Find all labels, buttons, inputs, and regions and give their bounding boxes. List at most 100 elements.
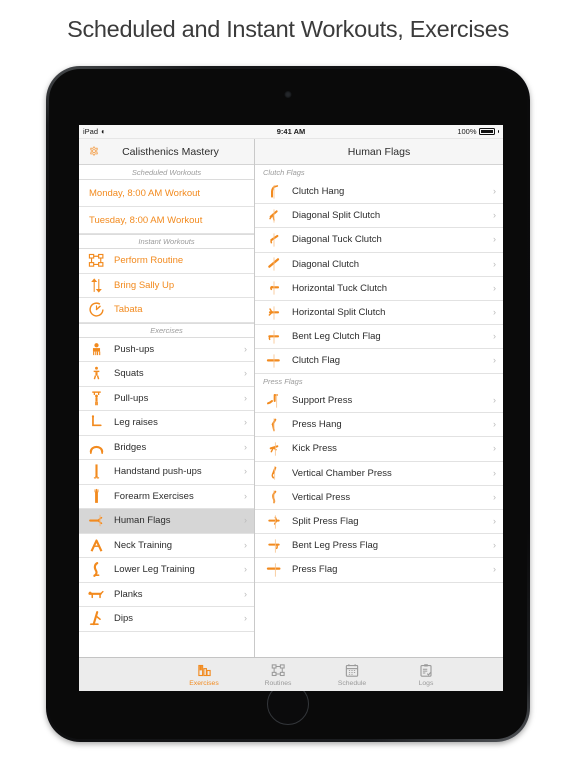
page-title: Scheduled and Instant Workouts, Exercise… (67, 15, 509, 42)
front-camera (284, 91, 292, 98)
detail-item-label: Press Hang (292, 419, 342, 431)
sidebar-item-label: Tabata (114, 304, 143, 316)
detail-item-label: Bent Leg Press Flag (292, 540, 379, 552)
chevron-right-icon: › (244, 368, 247, 379)
sidebar-item-dips[interactable]: Dips › (79, 607, 254, 632)
sidebar-item-human-flags[interactable]: Human Flags › (79, 509, 254, 534)
sidebar-item-pull-ups[interactable]: Pull-ups › (79, 386, 254, 411)
chevron-right-icon: › (244, 392, 247, 403)
sidebar-item-squats[interactable]: Squats › (79, 362, 254, 387)
chevron-right-icon: › (244, 588, 247, 599)
detail-item-diagonal-split-clutch[interactable]: Diagonal Split Clutch › (255, 204, 503, 229)
chevron-right-icon: › (244, 441, 247, 452)
device-bezel: iPad ◐ 9:41 AM 100% Calisthenics Mastery… (49, 69, 527, 739)
detail-item-vertical-chamber-press[interactable]: Vertical Chamber Press › (255, 461, 503, 486)
section-header-instant-workouts: Instant Workouts (79, 234, 254, 249)
sidebar-nav-bar: Calisthenics Mastery (79, 139, 254, 165)
squat-figure-icon (87, 364, 106, 383)
tab-exercises[interactable]: Exercises (167, 658, 241, 691)
sidebar-item-scheduled-tuesday[interactable]: Tuesday, 8:00 AM Workout (79, 207, 254, 234)
chevron-right-icon: › (493, 395, 496, 406)
sidebar-item-perform-routine[interactable]: Perform Routine (79, 249, 254, 274)
sidebar-item-label: Bridges (114, 441, 147, 453)
sidebar-item-label: Push-ups (114, 343, 155, 355)
detail-item-kick-press[interactable]: Kick Press › (255, 437, 503, 462)
horizontal-split-clutch-icon (265, 303, 283, 322)
detail-item-diagonal-clutch[interactable]: Diagonal Clutch › (255, 252, 503, 277)
detail-item-diagonal-tuck-clutch[interactable]: Diagonal Tuck Clutch › (255, 228, 503, 253)
status-bar: iPad ◐ 9:41 AM 100% (79, 125, 503, 139)
clutch-hang-icon (265, 182, 283, 201)
chevron-right-icon: › (244, 515, 247, 526)
diagonal-tuck-clutch-icon (265, 230, 283, 249)
sidebar-item-label: Perform Routine (114, 255, 184, 267)
up-down-arrows-icon (87, 276, 106, 295)
chevron-right-icon: › (493, 234, 496, 245)
battery-cap (497, 129, 499, 134)
gear-icon[interactable] (87, 145, 101, 159)
detail-title: Human Flags (347, 145, 411, 158)
detail-item-clutch-hang[interactable]: Clutch Hang › (255, 180, 503, 205)
forearm-figure-icon (87, 487, 106, 506)
section-header-scheduled-workouts: Scheduled Workouts (79, 165, 254, 180)
ipad-screen: iPad ◐ 9:41 AM 100% Calisthenics Mastery… (79, 125, 503, 691)
dips-figure-icon (87, 609, 106, 628)
pushup-figure-icon (87, 340, 106, 359)
chevron-right-icon: › (493, 491, 496, 502)
detail-item-horizontal-tuck-clutch[interactable]: Horizontal Tuck Clutch › (255, 276, 503, 301)
plank-figure-icon (87, 585, 106, 604)
sidebar-item-scheduled-monday[interactable]: Monday, 8:00 AM Workout (79, 180, 254, 207)
detail-item-bent-leg-press-flag[interactable]: Bent Leg Press Flag › (255, 534, 503, 559)
sidebar-item-label: Neck Training (114, 539, 173, 551)
chevron-right-icon: › (244, 343, 247, 354)
detail-item-split-press-flag[interactable]: Split Press Flag › (255, 509, 503, 535)
sidebar-item-push-ups[interactable]: Push-ups › (79, 337, 254, 362)
sidebar-item-label: Squats (114, 368, 144, 380)
tab-schedule[interactable]: Schedule (315, 658, 389, 691)
sidebar-item-planks[interactable]: Planks › (79, 582, 254, 607)
sidebar-item-neck-training[interactable]: Neck Training › (79, 533, 254, 558)
tab-logs[interactable]: Logs (389, 658, 463, 691)
sidebar-item-leg-raises[interactable]: Leg raises › (79, 411, 254, 436)
horizontal-tuck-clutch-icon (265, 279, 283, 298)
press-flag-icon (265, 560, 283, 579)
detail-item-label: Horizontal Tuck Clutch (292, 282, 388, 294)
chevron-right-icon: › (493, 186, 496, 197)
chevron-right-icon: › (493, 443, 496, 454)
sidebar-item-bring-sally-up[interactable]: Bring Sally Up (79, 273, 254, 298)
chevron-right-icon: › (493, 516, 496, 527)
tab-label: Routines (264, 680, 292, 687)
detail-item-vertical-press[interactable]: Vertical Press › (255, 485, 503, 510)
status-bar-center: 9:41 AM (79, 127, 503, 136)
routine-flowchart-icon (87, 251, 106, 270)
detail-item-bent-leg-clutch-flag[interactable]: Bent Leg Clutch Flag › (255, 325, 503, 350)
sidebar-item-bridges[interactable]: Bridges › (79, 435, 254, 460)
chevron-right-icon: › (244, 466, 247, 477)
battery-full-icon (479, 127, 495, 136)
detail-item-label: Diagonal Clutch (292, 258, 360, 270)
sidebar-item-label: Lower Leg Training (114, 564, 195, 576)
detail-nav-bar: Human Flags (255, 139, 503, 165)
sidebar-item-handstand-push-ups[interactable]: Handstand push-ups › (79, 460, 254, 485)
detail-item-label: Support Press (292, 395, 353, 407)
detail-item-press-flag[interactable]: Press Flag › (255, 558, 503, 583)
chevron-right-icon: › (493, 540, 496, 551)
detail-item-support-press[interactable]: Support Press › (255, 389, 503, 414)
detail-list[interactable]: Clutch Flags Clutch Hang › Diagonal Spli… (255, 165, 503, 657)
sidebar-list[interactable]: Scheduled Workouts Monday, 8:00 AM Worko… (79, 165, 254, 657)
bridge-figure-icon (87, 438, 106, 457)
sidebar-item-label: Human Flags (114, 515, 171, 527)
sidebar-item-forearm-exercises[interactable]: Forearm Exercises › (79, 484, 254, 509)
legraise-figure-icon (87, 413, 106, 432)
detail-item-clutch-flag[interactable]: Clutch Flag › (255, 349, 503, 374)
split-press-flag-icon (265, 512, 283, 531)
sidebar-item-tabata[interactable]: Tabata (79, 298, 254, 323)
detail-item-horizontal-split-clutch[interactable]: Horizontal Split Clutch › (255, 300, 503, 326)
detail-item-press-hang[interactable]: Press Hang › (255, 413, 503, 438)
sidebar-item-lower-leg-training[interactable]: Lower Leg Training › (79, 558, 254, 583)
tab-routines[interactable]: Routines (241, 658, 315, 691)
sidebar-item-label: Dips (114, 613, 134, 625)
diagonal-clutch-icon (265, 255, 283, 274)
sidebar-item-label: Pull-ups (114, 392, 149, 404)
chevron-right-icon: › (493, 282, 496, 293)
